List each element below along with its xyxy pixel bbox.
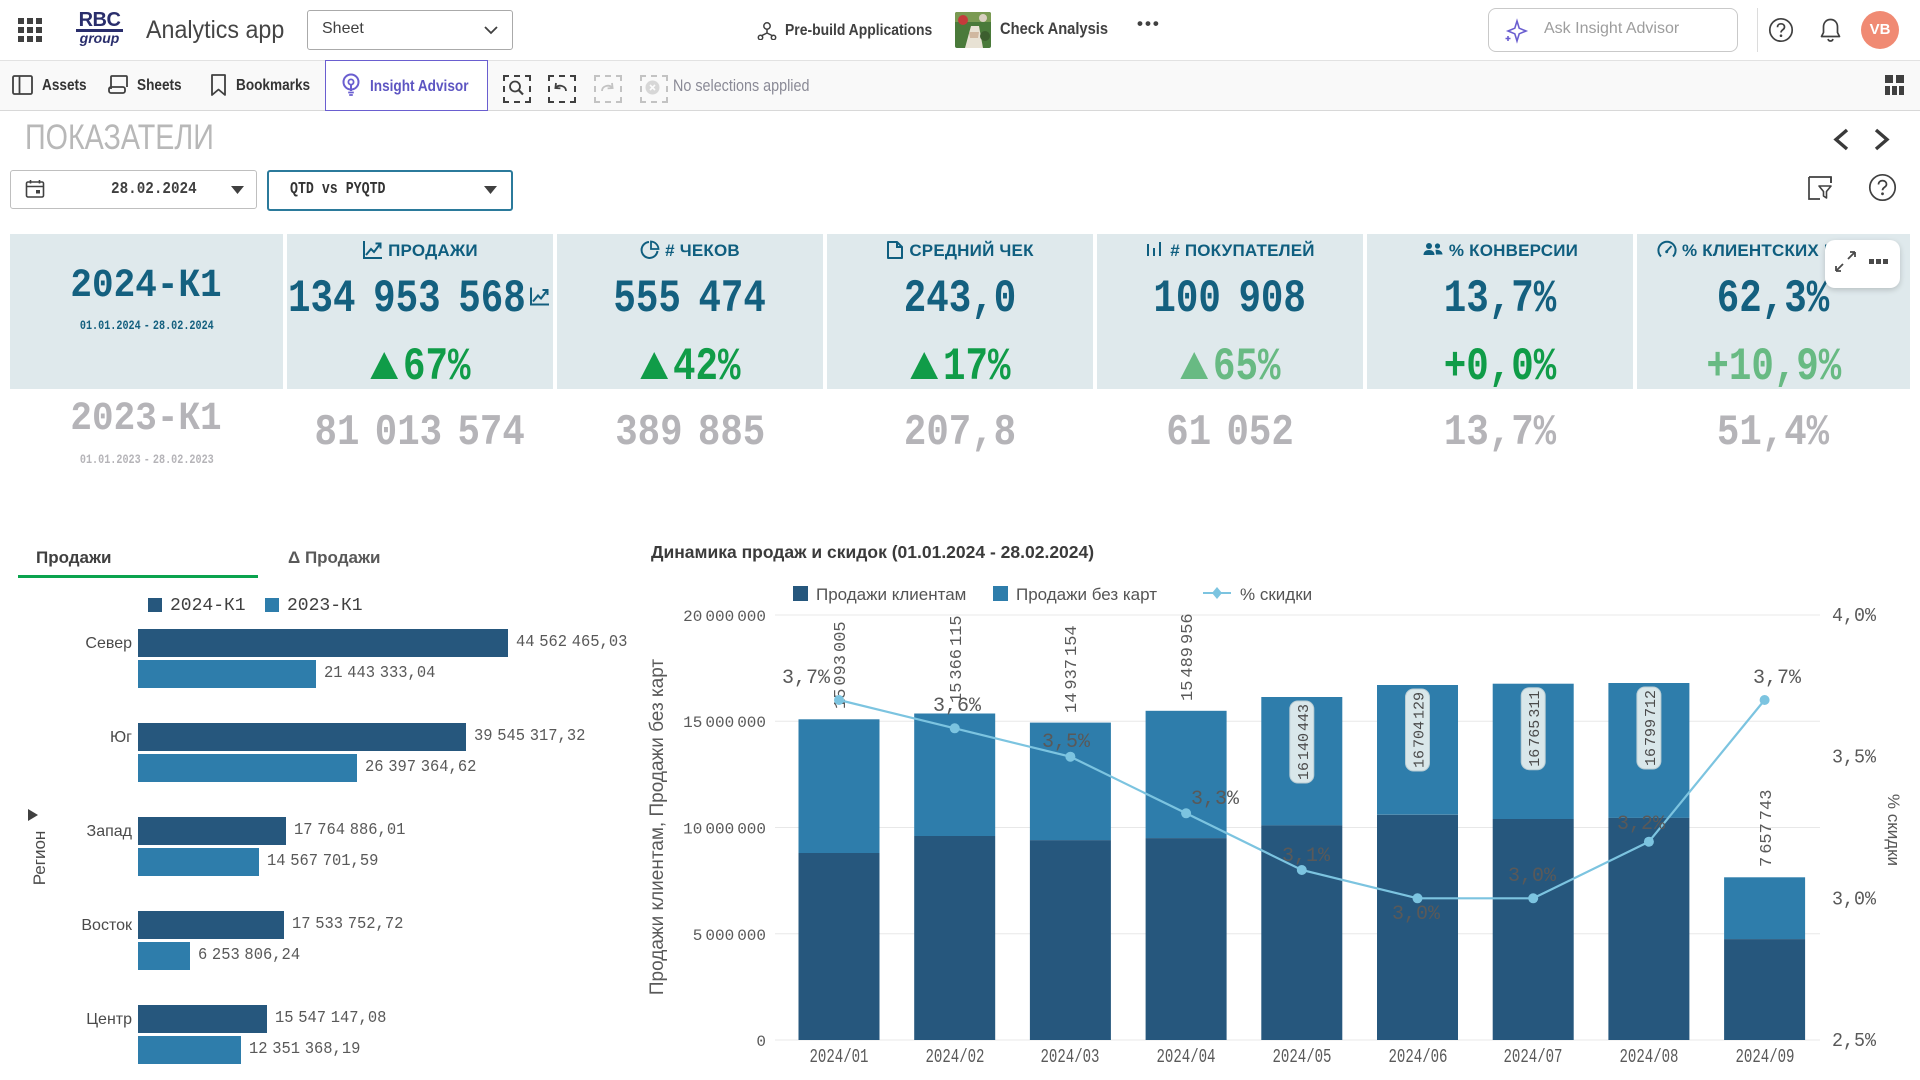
svg-text:0: 0 [756, 1033, 766, 1051]
svg-text:2024/06: 2024/06 [1389, 1046, 1448, 1068]
svg-text:16765311: 16765311 [1527, 691, 1544, 767]
svg-text:3,7%: 3,7% [1753, 667, 1802, 690]
svg-text:3,0%: 3,0% [1392, 903, 1441, 926]
svg-text:3,1%: 3,1% [1282, 845, 1331, 868]
svg-text:2024/08: 2024/08 [1620, 1046, 1679, 1068]
svg-text:3,7%: 3,7% [782, 667, 831, 690]
svg-text:Динамика продаж и скидок (01.0: Динамика продаж и скидок (01.01.2024 - 2… [651, 542, 1094, 562]
svg-text:% скидки: % скидки [1884, 794, 1903, 866]
svg-text:2024/09: 2024/09 [1736, 1046, 1795, 1068]
svg-text:5000000: 5000000 [693, 927, 766, 945]
svg-text:3,5%: 3,5% [1832, 747, 1877, 769]
svg-text:7657743: 7657743 [1758, 790, 1777, 867]
svg-text:Продажи клиентам, Продажи без: Продажи клиентам, Продажи без карт [647, 659, 668, 995]
svg-text:3,0%: 3,0% [1832, 888, 1877, 910]
svg-text:3,2%: 3,2% [1617, 813, 1666, 836]
svg-text:2024/01: 2024/01 [810, 1046, 869, 1068]
svg-text:Продажи клиентам: Продажи клиентам [816, 585, 966, 604]
svg-text:3,5%: 3,5% [1042, 731, 1091, 754]
svg-text:15366115: 15366115 [948, 615, 967, 703]
svg-text:4,0%: 4,0% [1832, 605, 1877, 627]
svg-text:10000000: 10000000 [683, 821, 766, 839]
svg-text:2024/05: 2024/05 [1273, 1046, 1332, 1068]
svg-text:20000000: 20000000 [683, 608, 766, 626]
svg-text:16140443: 16140443 [1296, 704, 1313, 780]
svg-text:3,6%: 3,6% [933, 695, 982, 718]
svg-text:16704129: 16704129 [1412, 692, 1429, 768]
svg-text:2,5%: 2,5% [1832, 1030, 1877, 1052]
svg-text:Продажи без карт: Продажи без карт [1016, 585, 1157, 604]
svg-text:3,0%: 3,0% [1508, 865, 1557, 888]
svg-text:2024/03: 2024/03 [1041, 1046, 1100, 1068]
svg-text:2024/04: 2024/04 [1157, 1046, 1216, 1068]
svg-text:3,3%: 3,3% [1191, 788, 1240, 811]
svg-text:2024/07: 2024/07 [1504, 1046, 1563, 1068]
svg-text:2024/02: 2024/02 [926, 1046, 985, 1068]
svg-text:16799712: 16799712 [1643, 690, 1660, 766]
svg-text:% скидки: % скидки [1240, 585, 1312, 604]
svg-text:14937154: 14937154 [1063, 625, 1082, 713]
svg-text:15489956: 15489956 [1179, 613, 1198, 701]
svg-text:15000000: 15000000 [683, 714, 766, 732]
